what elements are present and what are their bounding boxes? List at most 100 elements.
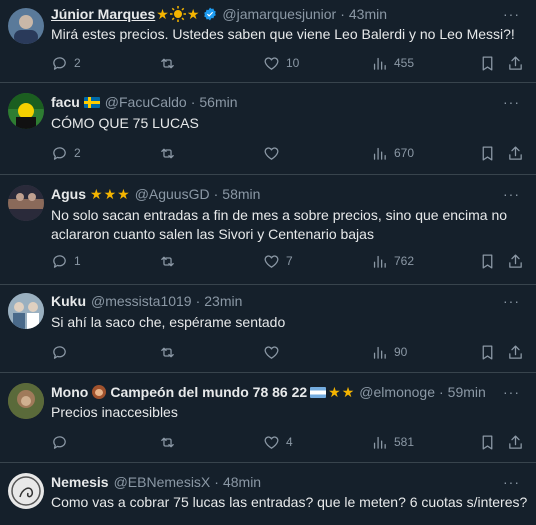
retweet-button[interactable] — [159, 251, 176, 271]
star-emoji: ★ — [341, 383, 355, 400]
reply-count: 2 — [74, 146, 81, 160]
views-button[interactable]: 455 — [371, 53, 414, 73]
reply-button[interactable]: 2 — [51, 143, 81, 163]
star-emoji: ★ — [117, 185, 130, 202]
like-count: 7 — [286, 254, 293, 268]
bookmark-button[interactable] — [479, 53, 496, 73]
separator: · — [213, 186, 219, 202]
views-button[interactable]: 581 — [371, 432, 414, 452]
reply-button[interactable]: 2 — [51, 53, 81, 73]
bookmark-button[interactable] — [479, 342, 496, 362]
retweet-icon — [161, 58, 174, 68]
handle[interactable]: @EBNemesisX — [114, 474, 211, 490]
star-emoji: ★ — [156, 5, 169, 22]
share-button[interactable] — [507, 143, 524, 163]
like-button[interactable]: 7 — [263, 251, 293, 271]
more-icon[interactable]: ··· — [503, 94, 520, 110]
views-button[interactable]: 762 — [371, 251, 414, 271]
avatar-image — [14, 15, 38, 44]
retweet-button[interactable] — [159, 53, 176, 73]
share-button[interactable] — [507, 251, 524, 271]
bookmark-button[interactable] — [479, 432, 496, 452]
bookmark-icon — [482, 344, 493, 360]
action-bar: 2 10 455 — [51, 53, 526, 73]
separator: · — [190, 94, 196, 110]
like-button[interactable]: 4 — [263, 432, 293, 452]
more-icon[interactable]: ··· — [503, 6, 520, 22]
handle[interactable]: @messista1019 — [91, 293, 192, 309]
views-count: 581 — [394, 435, 415, 449]
reply-button[interactable]: 1 — [51, 251, 81, 271]
share-button[interactable] — [507, 432, 524, 452]
timestamp[interactable]: 48min — [223, 474, 261, 490]
avatar[interactable] — [8, 383, 44, 419]
tweet[interactable]: Kuku @messista1019 · 23min ··· Si ahí la… — [0, 285, 536, 373]
share-icon — [509, 55, 522, 70]
display-name[interactable]: facu — [51, 94, 80, 110]
retweet-button[interactable] — [159, 342, 176, 362]
timestamp[interactable]: 56min — [199, 94, 237, 110]
avatar[interactable] — [8, 93, 44, 129]
views-icon — [373, 436, 386, 449]
share-button[interactable] — [507, 342, 524, 362]
views-count: 762 — [394, 254, 415, 268]
avatar-image — [11, 476, 41, 506]
action-bar: 90 — [51, 342, 526, 362]
avatar[interactable] — [8, 293, 44, 329]
tweet[interactable]: Mono Campeón del mundo 78 86 22 ★ ★ @elm… — [0, 373, 536, 463]
star-emoji: ★ — [103, 185, 117, 202]
retweet-icon — [161, 148, 174, 158]
avatar[interactable] — [8, 185, 44, 221]
tweet[interactable]: Nemesis @EBNemesisX · 48min ··· Como vas… — [0, 463, 536, 525]
like-button[interactable] — [263, 143, 280, 163]
views-button[interactable]: 670 — [371, 143, 414, 163]
reply-icon — [53, 435, 66, 449]
bookmark-icon — [482, 253, 493, 269]
tweet[interactable]: Agus ★ ★ ★ @AguusGD · 58min ··· No solo … — [0, 175, 536, 285]
star-emoji: ★ — [90, 185, 103, 202]
like-count: 10 — [286, 56, 300, 70]
share-icon — [509, 434, 522, 449]
display-name[interactable]: Júnior Marques — [51, 6, 155, 22]
handle[interactable]: @jamarquesjunior — [222, 6, 336, 22]
like-button[interactable] — [263, 342, 280, 362]
avatar[interactable] — [8, 8, 44, 44]
more-icon[interactable]: ··· — [503, 293, 520, 309]
display-name[interactable]: Agus — [51, 186, 86, 202]
views-button[interactable]: 90 — [371, 342, 407, 362]
handle[interactable]: @AguusGD — [135, 186, 210, 202]
display-name-suffix[interactable]: Campeón del mundo 78 86 22 — [110, 384, 307, 400]
retweet-button[interactable] — [159, 143, 176, 163]
reply-feed: Júnior Marques ★ ★ @jamarquesjunior · 43… — [0, 0, 536, 525]
like-button[interactable]: 10 — [263, 53, 299, 73]
bookmark-button[interactable] — [479, 143, 496, 163]
reply-button[interactable] — [51, 432, 68, 452]
more-icon[interactable]: ··· — [503, 384, 520, 400]
star-emoji: ★ — [186, 5, 200, 22]
more-icon[interactable]: ··· — [503, 186, 520, 202]
reply-button[interactable] — [51, 342, 68, 362]
handle[interactable]: @elmonoge — [359, 384, 435, 400]
bookmark-icon — [482, 145, 493, 161]
display-name[interactable]: Kuku — [51, 293, 86, 309]
like-icon — [264, 345, 279, 359]
reply-icon — [53, 345, 66, 359]
more-icon[interactable]: ··· — [503, 474, 520, 490]
avatar-image — [8, 293, 44, 329]
like-count: 4 — [286, 435, 293, 449]
timestamp[interactable]: 58min — [222, 186, 260, 202]
retweet-icon — [161, 256, 174, 266]
timestamp[interactable]: 59min — [448, 384, 486, 400]
retweet-button[interactable] — [159, 432, 176, 452]
share-button[interactable] — [507, 53, 524, 73]
avatar[interactable] — [8, 473, 44, 509]
bookmark-button[interactable] — [479, 251, 496, 271]
display-name[interactable]: Mono — [51, 384, 88, 400]
timestamp[interactable]: 23min — [204, 293, 242, 309]
retweet-icon — [161, 347, 174, 357]
timestamp[interactable]: 43min — [349, 6, 387, 22]
tweet[interactable]: Júnior Marques ★ ★ @jamarquesjunior · 43… — [0, 0, 536, 83]
display-name[interactable]: Nemesis — [51, 474, 109, 490]
tweet[interactable]: facu @FacuCaldo · 56min ··· CÓMO QUE 75 … — [0, 83, 536, 175]
handle[interactable]: @FacuCaldo — [105, 94, 187, 110]
